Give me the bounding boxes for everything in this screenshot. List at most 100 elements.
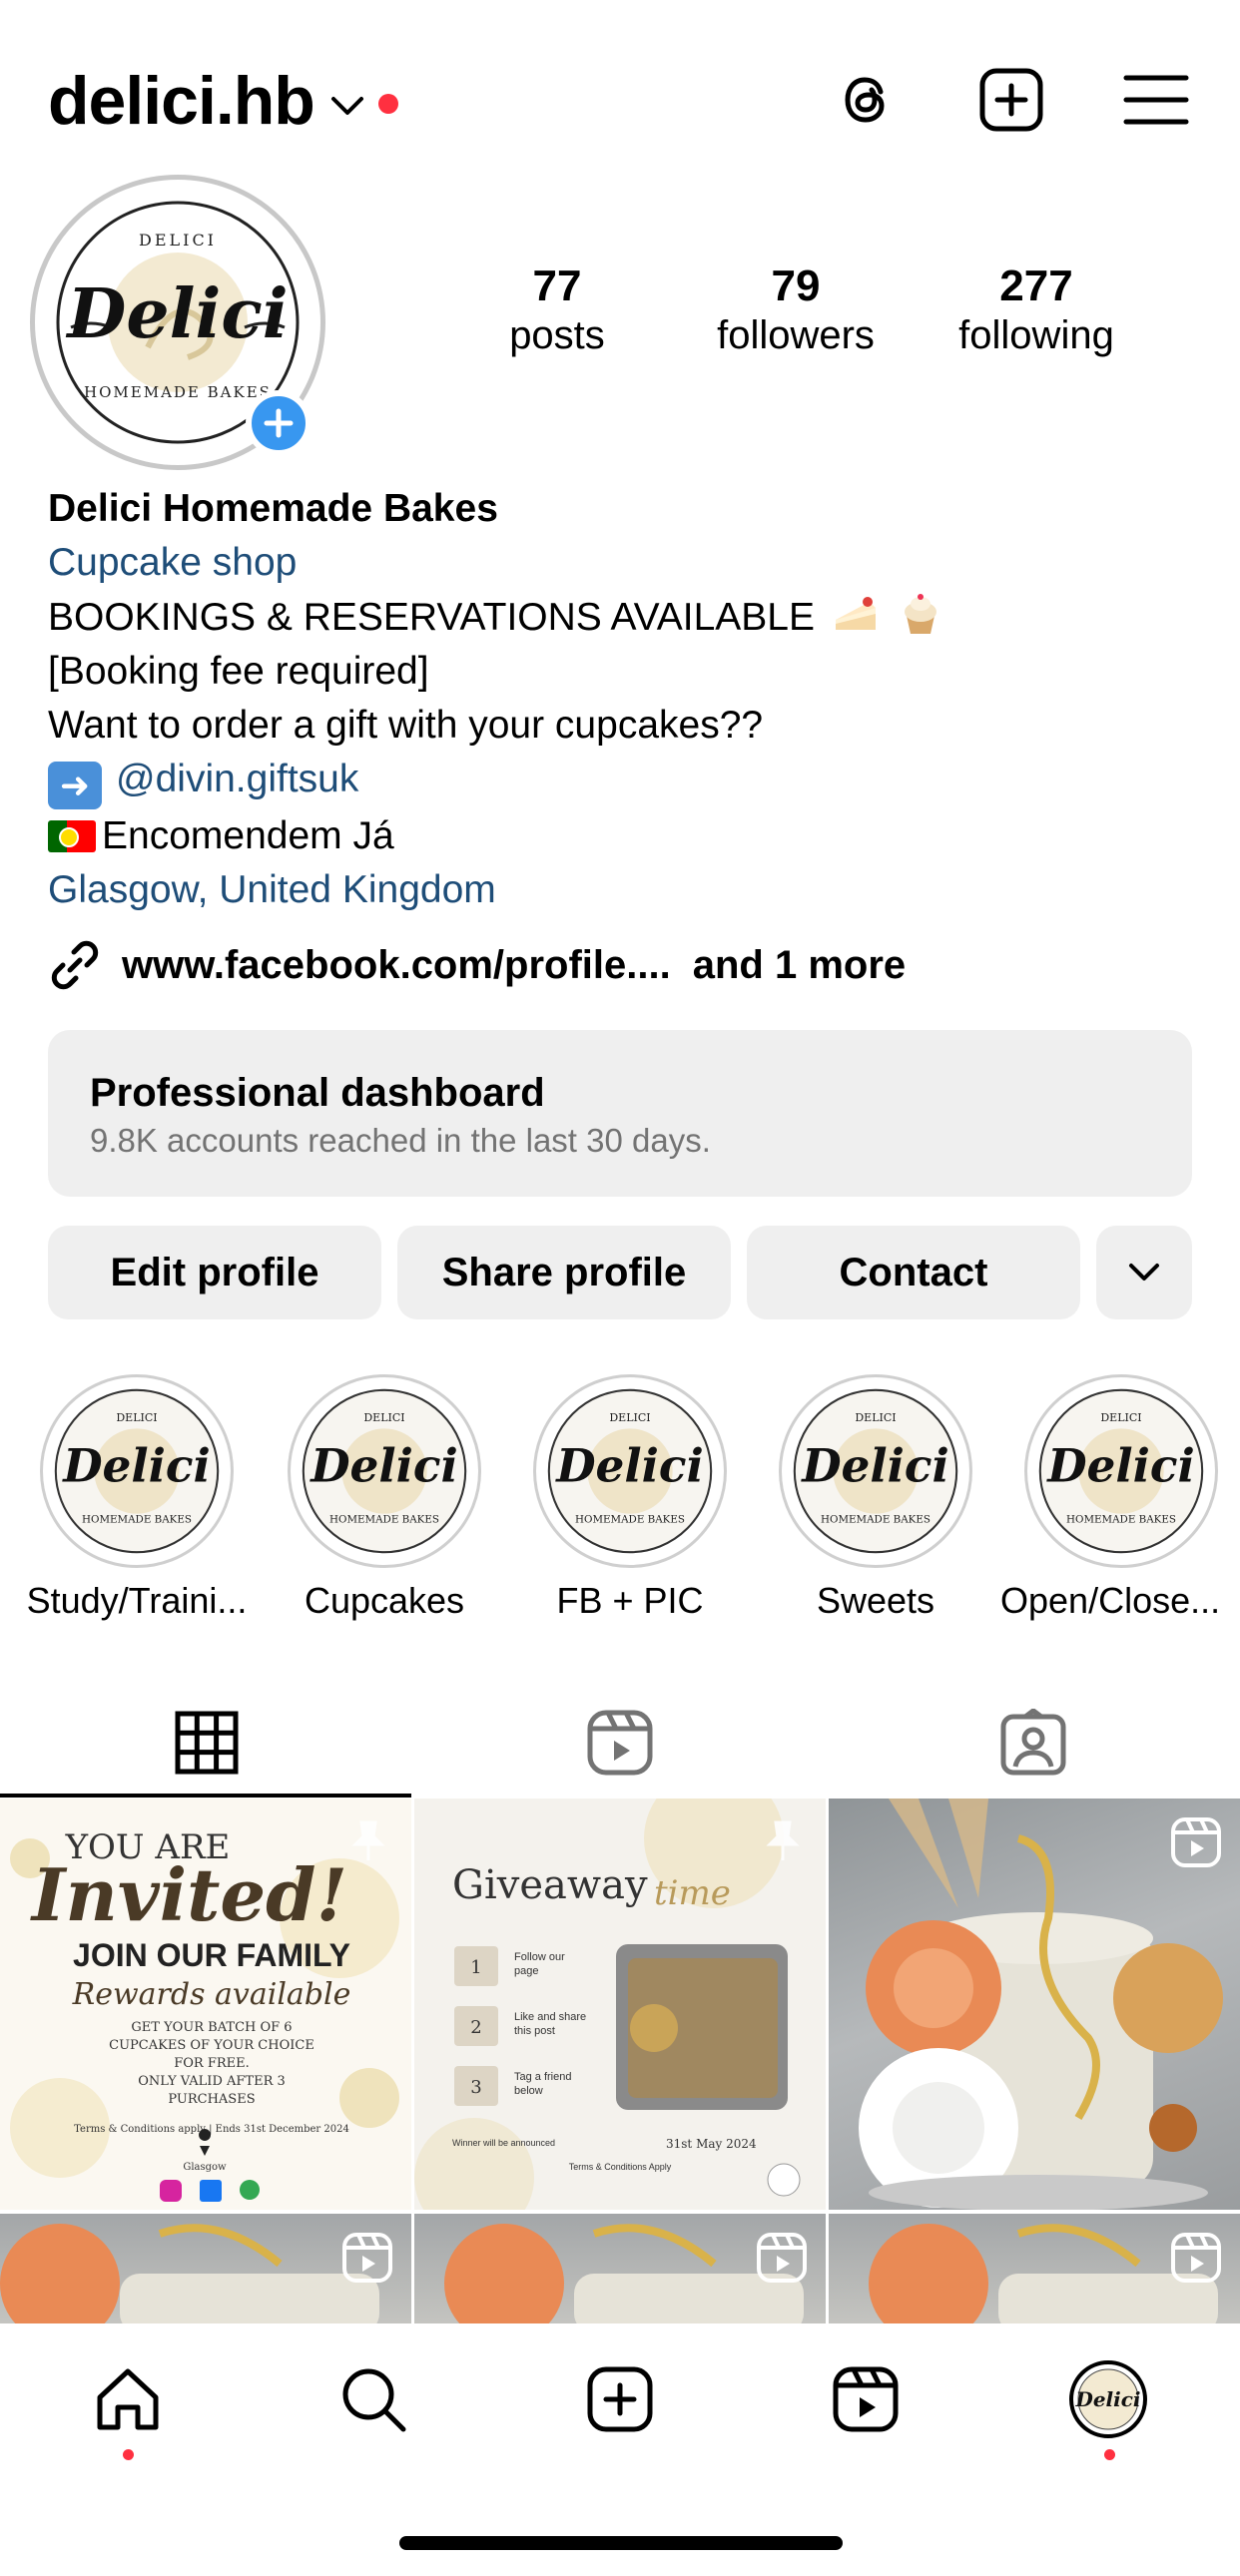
invite-line-4: Rewards available [72, 1977, 351, 2012]
following-stat[interactable]: 277 following [938, 261, 1134, 358]
invite-line-10: Terms & Conditions apply | Ends 31st Dec… [74, 2124, 349, 2135]
tab-grid[interactable] [0, 1687, 413, 1799]
nav-profile[interactable]: Delici [1068, 2359, 1148, 2439]
grid-reel-cake[interactable] [829, 1799, 1240, 2210]
plus-icon [264, 408, 294, 438]
highlight-item[interactable]: Delici DELICI HOMEMADE BAKES Sweets [779, 1374, 972, 1622]
step-text: below [514, 2085, 543, 2097]
svg-text:HOMEMADE BAKES: HOMEMADE BAKES [84, 383, 272, 401]
grid-reel-cake[interactable] [829, 2214, 1240, 2323]
tagged-user-icon [1000, 1709, 1066, 1776]
profile-avatar-icon: Delici [1069, 2360, 1147, 2438]
step-text: Tag a friend [514, 2071, 571, 2083]
menu-icon[interactable] [1122, 66, 1190, 134]
highlight-item[interactable]: Delici DELICI HOMEMADE BAKES Cupcakes [288, 1374, 481, 1622]
display-name: Delici Homemade Bakes [48, 487, 498, 530]
invite-line-7: FOR FREE. [174, 2056, 250, 2071]
delici-logo: Delici DELICI HOMEMADE BAKES [547, 1388, 713, 1554]
right-arrow-icon: ➜ [48, 762, 102, 809]
edit-profile-button[interactable]: Edit profile [48, 1226, 381, 1319]
mention-link[interactable]: @divin.giftsuk [116, 758, 358, 800]
svg-text:Delici: Delici [1045, 1438, 1195, 1492]
step-number: 2 [470, 2017, 481, 2038]
highlight-cover: Delici DELICI HOMEMADE BAKES [40, 1374, 234, 1568]
suggested-accounts-button[interactable] [1096, 1226, 1192, 1319]
bottom-navigation: Delici [0, 2323, 1240, 2576]
external-link-url[interactable]: www.facebook.com/profile.... [122, 943, 671, 988]
tab-reels[interactable] [413, 1687, 827, 1799]
external-links[interactable]: www.facebook.com/profile.... and 1 more [48, 938, 906, 992]
invite-line-9: PURCHASES [168, 2092, 255, 2107]
highlight-item[interactable]: Delici DELICI HOMEMADE BAKES FB + PIC [533, 1374, 727, 1622]
contact-button[interactable]: Contact [747, 1226, 1080, 1319]
notification-dot [377, 94, 398, 114]
svg-text:DELICI: DELICI [609, 1411, 650, 1424]
giveaway-title: Giveaway [452, 1862, 648, 1908]
posts-count: 77 [532, 261, 582, 310]
grid-post-giveaway[interactable]: Giveaway time 1 Follow our page 2 Like a… [414, 1799, 826, 2210]
delici-logo: Delici DELICI HOMEMADE BAKES [302, 1388, 467, 1554]
professional-dashboard[interactable]: Professional dashboard 9.8K accounts rea… [48, 1030, 1192, 1197]
grid-reel-cake[interactable] [414, 2214, 826, 2323]
grid-reel-cake[interactable] [0, 2214, 411, 2323]
home-indicator[interactable] [399, 2536, 843, 2550]
invite-line-11: Glasgow [183, 2162, 227, 2173]
bio-line-portuguese: Encomendem Já [48, 809, 1196, 863]
add-story-button[interactable] [246, 390, 311, 456]
step-text: this post [514, 2025, 555, 2037]
nav-search[interactable] [333, 2359, 413, 2439]
tab-tagged[interactable] [827, 1687, 1240, 1799]
svg-text:HOMEMADE BAKES: HOMEMADE BAKES [1066, 1514, 1176, 1526]
svg-text:DELICI: DELICI [855, 1411, 896, 1424]
posts-label: posts [509, 312, 605, 357]
highlight-cover: Delici DELICI HOMEMADE BAKES [533, 1374, 727, 1568]
category-label[interactable]: Cupcake shop [48, 536, 1196, 590]
create-plus-icon[interactable] [977, 66, 1045, 134]
grid-post-invite[interactable]: YOU ARE Invited! JOIN OUR FAMILY Rewards… [0, 1799, 411, 2210]
giveaway-date: 31st May 2024 [666, 2137, 757, 2151]
reel-indicator-icon [757, 2233, 807, 2283]
svg-text:DELICI: DELICI [116, 1411, 157, 1424]
pinned-icon [351, 1820, 385, 1860]
delici-logo: Delici DELICI HOMEMADE BAKES [793, 1388, 958, 1554]
cupcake-icon [904, 594, 936, 634]
followers-label: followers [717, 312, 875, 357]
create-plus-icon [587, 2366, 653, 2432]
svg-text:Delici: Delici [61, 1438, 211, 1492]
nav-create[interactable] [580, 2359, 660, 2439]
pinned-icon [766, 1820, 800, 1860]
delici-logo: Delici DELICI HOMEMADE BAKES [54, 1388, 220, 1554]
nav-reels[interactable] [826, 2359, 906, 2439]
profile-avatar[interactable]: DELICI Delici HOMEMADE BAKES [30, 175, 325, 470]
highlight-cover: Delici DELICI HOMEMADE BAKES [288, 1374, 481, 1568]
following-label: following [958, 312, 1114, 357]
active-tab-indicator [0, 1794, 411, 1798]
link-icon [51, 940, 99, 990]
bio-line-gift: Want to order a gift with your cupcakes?… [48, 704, 764, 747]
highlight-cover: Delici DELICI HOMEMADE BAKES [1024, 1374, 1218, 1568]
reel-indicator-icon [342, 2233, 392, 2283]
bio-line-mention: ➜ @divin.giftsuk [48, 753, 1196, 809]
profile-bio: Delici Homemade Bakes Cupcake shop BOOKI… [48, 482, 1196, 917]
giveaway-script: time [654, 1873, 731, 1913]
svg-text:DELICI: DELICI [1100, 1411, 1141, 1424]
step-text: Follow our [514, 1951, 565, 1963]
svg-text:Delici: Delici [65, 274, 288, 354]
nav-home[interactable] [88, 2359, 168, 2439]
invite-line-3: JOIN OUR FAMILY [73, 1937, 350, 1973]
svg-text:HOMEMADE BAKES: HOMEMADE BAKES [82, 1514, 192, 1526]
invite-line-8: ONLY VALID AFTER 3 [138, 2074, 286, 2089]
posts-stat[interactable]: 77 posts [477, 261, 637, 358]
share-profile-button[interactable]: Share profile [397, 1226, 731, 1319]
followers-stat[interactable]: 79 followers [699, 261, 893, 358]
highlight-item[interactable]: Delici DELICI HOMEMADE BAKES Open/Close... [1000, 1374, 1220, 1622]
external-link-more[interactable]: and 1 more [693, 943, 906, 988]
dashboard-title: Professional dashboard [90, 1071, 545, 1115]
location-link[interactable]: Glasgow, United Kingdom [48, 863, 1196, 917]
account-switcher[interactable]: delici.hb [48, 62, 398, 140]
chevron-down-icon [1129, 1264, 1159, 1281]
reels-icon [587, 1710, 653, 1776]
highlight-item[interactable]: Delici DELICI HOMEMADE BAKES Study/Traini.… [27, 1374, 247, 1622]
svg-text:HOMEMADE BAKES: HOMEMADE BAKES [329, 1514, 439, 1526]
threads-icon[interactable] [833, 66, 901, 134]
